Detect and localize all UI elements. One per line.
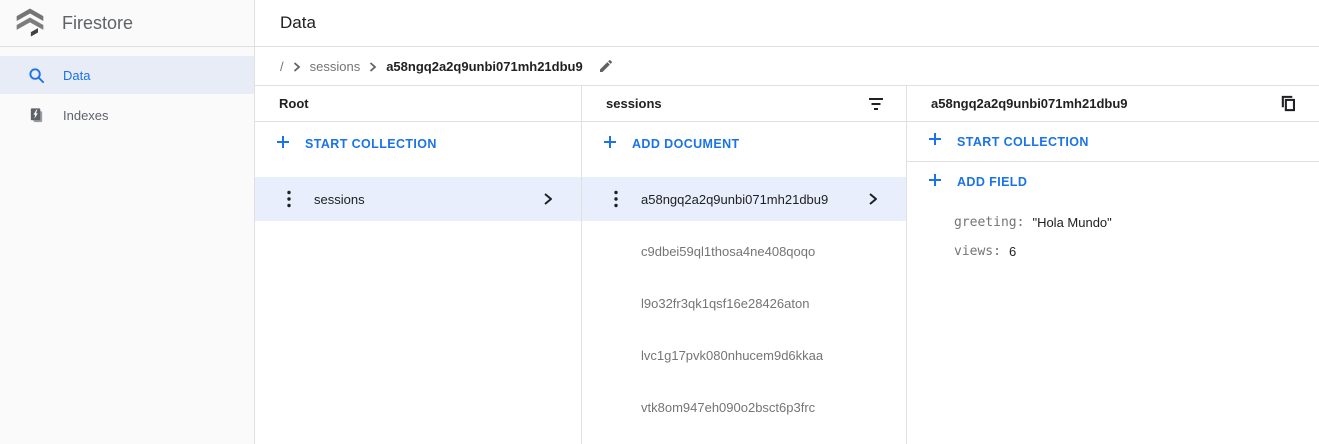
action-label: ADD DOCUMENT xyxy=(632,137,740,151)
collection-row[interactable]: sessions xyxy=(255,177,581,221)
sidebar-item-data[interactable]: Data xyxy=(0,56,254,94)
field-list: greeting: "Hola Mundo" views: 6 xyxy=(907,202,1319,266)
row-label: vtk8om947eh090o2bsct6p3frc xyxy=(641,400,815,415)
page-title: Data xyxy=(280,13,316,33)
document-row[interactable]: a58ngq2a2q9unbi071mh21dbu9 xyxy=(582,177,906,221)
row-menu-icon[interactable] xyxy=(287,190,291,208)
document-list: a58ngq2a2q9unbi071mh21dbu9 c9dbei59ql1th… xyxy=(582,177,906,437)
firestore-logo-icon xyxy=(14,5,46,42)
panel-title: sessions xyxy=(606,96,662,111)
panels: Root START COLLECTION ses xyxy=(255,86,1319,444)
plus-icon xyxy=(603,135,617,154)
field-name: views: xyxy=(954,244,1001,259)
field-name: greeting: xyxy=(954,215,1024,230)
edit-pencil-icon[interactable] xyxy=(598,58,614,74)
document-row[interactable]: c9dbei59ql1thosa4ne408qoqo xyxy=(582,229,906,273)
breadcrumb-collection[interactable]: sessions xyxy=(310,59,361,74)
row-label: l9o32fr3qk1qsf16e28426aton xyxy=(641,296,809,311)
row-label: a58ngq2a2q9unbi071mh21dbu9 xyxy=(641,192,828,207)
start-collection-button[interactable]: START COLLECTION xyxy=(255,122,581,166)
row-label: c9dbei59ql1thosa4ne408qoqo xyxy=(641,244,815,259)
document-row[interactable]: l9o32fr3qk1qsf16e28426aton xyxy=(582,281,906,325)
plus-icon xyxy=(928,173,942,192)
chevron-right-icon xyxy=(369,62,377,72)
search-icon xyxy=(28,67,45,84)
field-row[interactable]: views: 6 xyxy=(954,237,1319,266)
filter-icon[interactable] xyxy=(868,97,884,111)
main-content: Data / sessions a58ngq2a2q9unbi071mh21db… xyxy=(255,0,1319,444)
sidebar-item-label: Indexes xyxy=(63,108,109,123)
panel-title: a58ngq2a2q9unbi071mh21dbu9 xyxy=(931,96,1128,111)
chevron-right-icon xyxy=(293,62,301,72)
plus-icon xyxy=(928,132,942,151)
field-row[interactable]: greeting: "Hola Mundo" xyxy=(954,208,1319,237)
row-label: lvc1g17pvk080nhucem9d6kkaa xyxy=(641,348,823,363)
start-collection-button[interactable]: START COLLECTION xyxy=(907,122,1319,162)
panel-collection-header: sessions xyxy=(582,86,906,122)
panel-root-header: Root xyxy=(255,86,581,122)
breadcrumb-document: a58ngq2a2q9unbi071mh21dbu9 xyxy=(386,59,583,74)
panel-document: a58ngq2a2q9unbi071mh21dbu9 START COLLECT… xyxy=(907,86,1319,444)
row-menu-icon[interactable] xyxy=(614,190,618,208)
copy-icon[interactable] xyxy=(1280,95,1297,112)
breadcrumb-root[interactable]: / xyxy=(280,59,284,74)
field-value: "Hola Mundo" xyxy=(1032,215,1111,230)
document-row[interactable]: vtk8om947eh090o2bsct6p3frc xyxy=(582,385,906,429)
action-label: START COLLECTION xyxy=(957,135,1089,149)
action-label: ADD FIELD xyxy=(957,175,1027,189)
app-title: Firestore xyxy=(62,13,133,34)
breadcrumb: / sessions a58ngq2a2q9unbi071mh21dbu9 xyxy=(255,47,1319,86)
main-header: Data xyxy=(255,0,1319,47)
sidebar-item-indexes[interactable]: Indexes xyxy=(0,96,254,134)
sidebar-nav: Data Indexes xyxy=(0,47,254,134)
row-label: sessions xyxy=(314,192,365,207)
add-field-button[interactable]: ADD FIELD xyxy=(907,162,1319,202)
action-label: START COLLECTION xyxy=(305,137,437,151)
panel-document-header: a58ngq2a2q9unbi071mh21dbu9 xyxy=(907,86,1319,122)
panel-collection: sessions ADD DOCUMENT xyxy=(582,86,907,444)
chevron-right-icon xyxy=(543,192,553,206)
plus-icon xyxy=(276,135,290,154)
chevron-right-icon xyxy=(868,192,878,206)
sidebar-item-label: Data xyxy=(63,68,90,83)
add-document-button[interactable]: ADD DOCUMENT xyxy=(582,122,906,166)
indexes-icon xyxy=(28,107,45,124)
panel-title: Root xyxy=(279,96,309,111)
sidebar: Firestore Data xyxy=(0,0,255,444)
panel-root: Root START COLLECTION ses xyxy=(255,86,582,444)
document-row[interactable]: lvc1g17pvk080nhucem9d6kkaa xyxy=(582,333,906,377)
field-value: 6 xyxy=(1009,244,1016,259)
collection-list: sessions xyxy=(255,177,581,229)
sidebar-header: Firestore xyxy=(0,0,254,47)
firestore-console: Firestore Data xyxy=(0,0,1319,444)
